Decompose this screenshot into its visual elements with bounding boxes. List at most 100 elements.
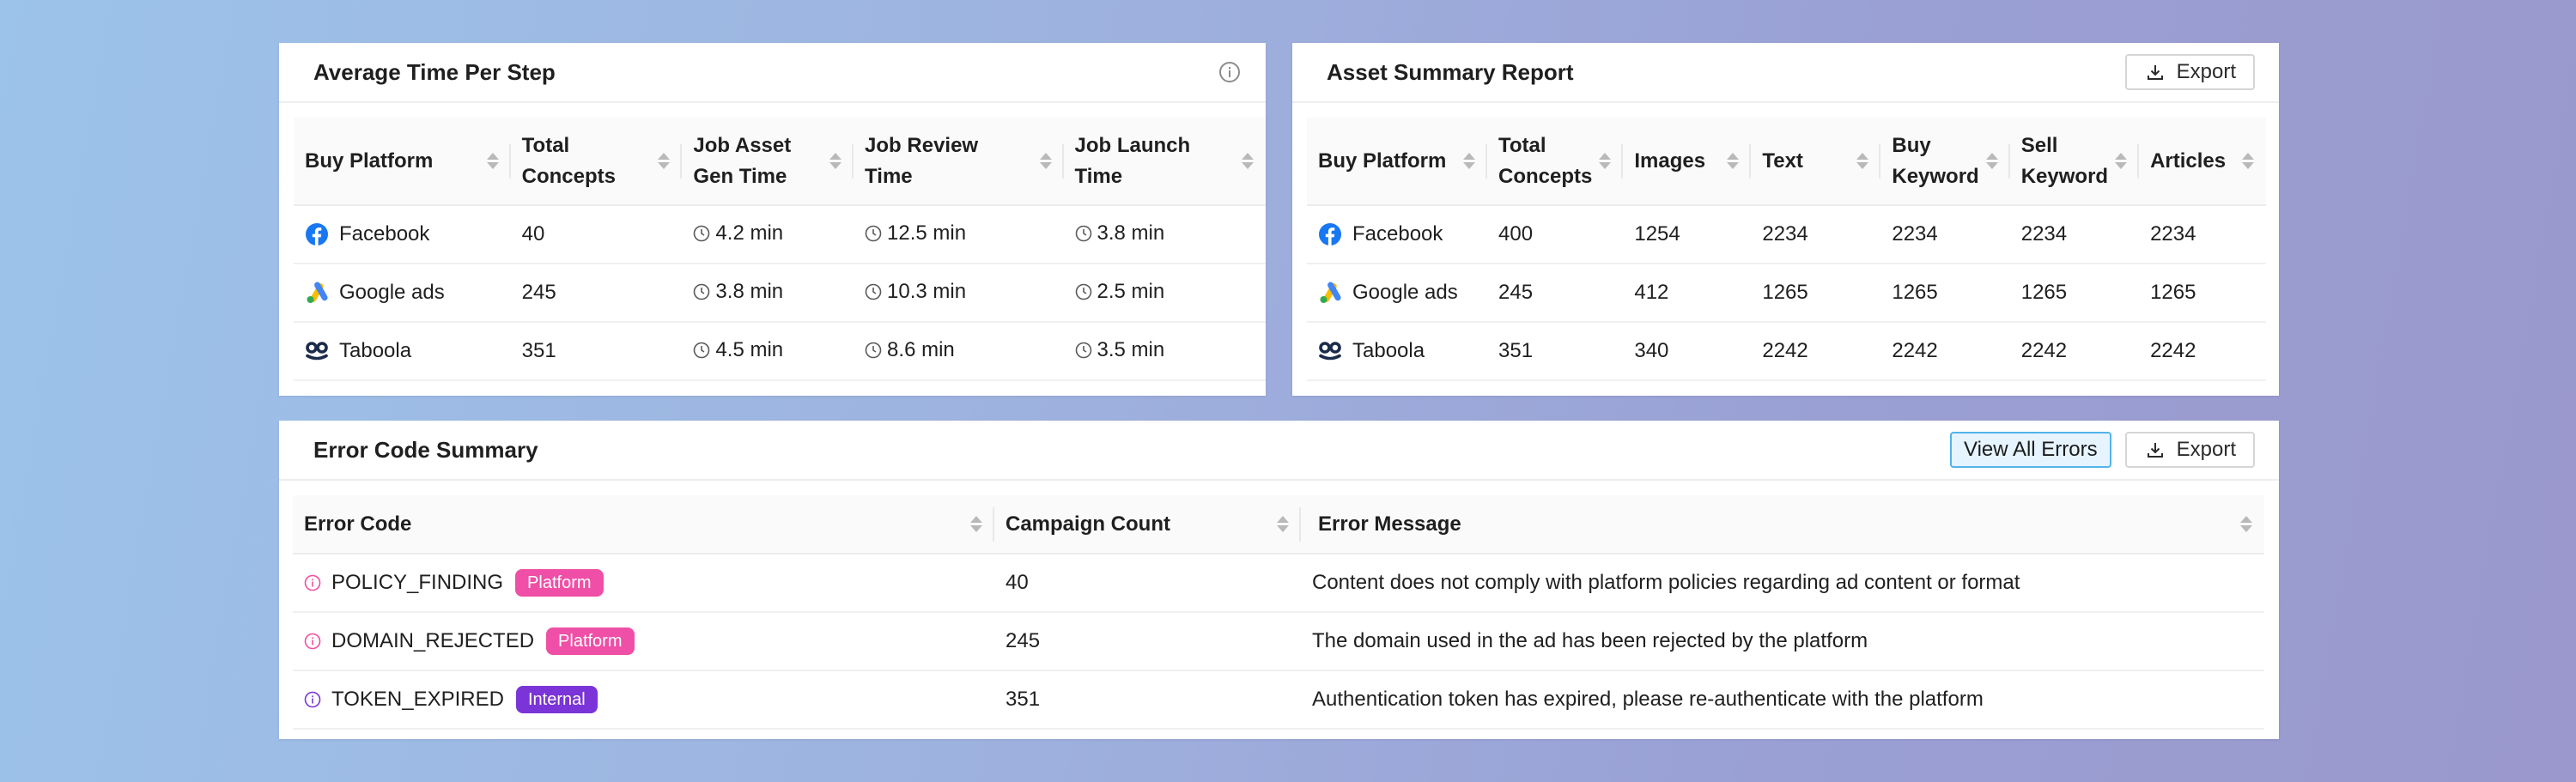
images-count: 340 xyxy=(1623,322,1752,381)
campaign-count: 40 xyxy=(994,554,1301,613)
view-all-errors-button[interactable]: View All Errors xyxy=(1950,432,2111,468)
clock-icon xyxy=(694,342,710,358)
col-campaign-count[interactable]: Campaign Count xyxy=(994,495,1301,555)
sort-icon[interactable] xyxy=(829,153,842,169)
sort-icon[interactable] xyxy=(1242,153,1254,169)
col-articles[interactable]: Articles xyxy=(2139,118,2267,206)
sell-keyword-count: 2242 xyxy=(2009,322,2140,381)
average-time-header: Average Time Per Step xyxy=(279,43,1266,103)
col-buy-platform[interactable]: Buy Platform xyxy=(294,118,511,206)
error-message: The domain used in the ad has been rejec… xyxy=(1301,612,2264,671)
campaign-count: 245 xyxy=(994,612,1301,671)
sort-icon[interactable] xyxy=(2115,153,2128,169)
error-summary-table: Error Code Campaign Count Error Message … xyxy=(293,495,2264,730)
sort-icon[interactable] xyxy=(1856,153,1869,169)
sort-icon[interactable] xyxy=(2242,153,2255,169)
error-code: TOKEN_EXPIRED xyxy=(331,688,504,711)
category-badge: Platform xyxy=(515,569,604,597)
error-code: POLICY_FINDING xyxy=(331,571,504,594)
col-text[interactable]: Text xyxy=(1751,118,1881,206)
col-total-concepts[interactable]: Total Concepts xyxy=(510,118,683,206)
clock-icon xyxy=(1075,342,1091,358)
info-circle-icon xyxy=(304,574,321,591)
category-badge: Platform xyxy=(546,627,635,655)
col-job-review-time[interactable]: Job Review Time xyxy=(854,118,1064,206)
platform-name: Facebook xyxy=(1352,222,1443,246)
sort-icon[interactable] xyxy=(1985,153,1998,169)
google-ads-icon xyxy=(307,282,328,303)
table-row: TOKEN_EXPIRED Internal 351 Authenticatio… xyxy=(293,670,2264,730)
taboola-icon xyxy=(306,342,328,361)
taboola-icon xyxy=(1319,342,1341,361)
col-error-message[interactable]: Error Message xyxy=(1301,495,2264,555)
error-message: Authentication token has expired, please… xyxy=(1301,670,2264,730)
clock-icon xyxy=(865,283,882,300)
sort-icon[interactable] xyxy=(486,153,499,169)
total-concepts: 245 xyxy=(510,264,683,323)
articles-count: 2242 xyxy=(2139,322,2267,381)
buy-keyword-count: 2234 xyxy=(1880,205,2010,264)
platform-name: Facebook xyxy=(339,222,430,246)
table-row: Facebook 400 1254 2234 2234 2234 2234 xyxy=(1307,205,2267,264)
google-ads-icon xyxy=(1320,282,1341,303)
table-row: Google ads 245 3.8 min 10.3 min 2.5 min xyxy=(294,264,1266,323)
platform-name: Taboola xyxy=(1352,339,1425,362)
sort-icon[interactable] xyxy=(1599,153,1612,169)
sort-icon[interactable] xyxy=(658,153,671,169)
download-icon xyxy=(2147,443,2163,458)
sort-icon[interactable] xyxy=(1277,516,1289,532)
col-images[interactable]: Images xyxy=(1623,118,1752,206)
images-count: 1254 xyxy=(1623,205,1752,264)
export-button[interactable]: Export xyxy=(2124,54,2255,90)
images-count: 412 xyxy=(1623,264,1752,323)
platform-name: Google ads xyxy=(339,281,445,304)
col-buy-keyword[interactable]: Buy Keyword xyxy=(1880,118,2010,206)
asset-summary-title: Asset Summary Report xyxy=(1327,58,1574,85)
table-row: Taboola 351 340 2242 2242 2242 2242 xyxy=(1307,322,2267,381)
table-row: DOMAIN_REJECTED Platform 245 The domain … xyxy=(293,612,2264,671)
export-button[interactable]: Export xyxy=(2124,432,2255,468)
sort-icon[interactable] xyxy=(970,516,982,532)
articles-count: 2234 xyxy=(2139,205,2267,264)
sell-keyword-count: 2234 xyxy=(2009,205,2140,264)
average-time-card: Average Time Per Step Buy Platform Total… xyxy=(279,43,1266,396)
total-concepts: 351 xyxy=(510,322,683,381)
col-sell-keyword[interactable]: Sell Keyword xyxy=(2009,118,2140,206)
info-circle-icon xyxy=(304,691,321,708)
text-count: 2234 xyxy=(1751,205,1881,264)
sort-icon[interactable] xyxy=(1727,153,1740,169)
buy-keyword-count: 1265 xyxy=(1880,264,2010,323)
facebook-icon xyxy=(1319,223,1341,246)
table-row: POLICY_FINDING Platform 40 Content does … xyxy=(293,554,2264,613)
table-row: Google ads 245 412 1265 1265 1265 1265 xyxy=(1307,264,2267,323)
error-message: Content does not comply with platform po… xyxy=(1301,554,2264,613)
sort-icon[interactable] xyxy=(2240,516,2252,532)
campaign-count: 351 xyxy=(994,670,1301,730)
col-buy-platform[interactable]: Buy Platform xyxy=(1307,118,1487,206)
total-concepts: 351 xyxy=(1487,322,1624,381)
asset-summary-card: Asset Summary Report Export Buy Platform… xyxy=(1292,43,2279,396)
info-circle-icon[interactable] xyxy=(1218,60,1242,84)
clock-icon xyxy=(694,283,710,300)
text-count: 1265 xyxy=(1751,264,1881,323)
col-job-asset-gen-time[interactable]: Job Asset Gen Time xyxy=(682,118,854,206)
average-time-table: Buy Platform Total Concepts Job Asset Gen … xyxy=(294,118,1266,381)
clock-icon xyxy=(865,225,882,241)
category-badge: Internal xyxy=(515,686,598,713)
table-row: Taboola 351 4.5 min 8.6 min 3.5 min xyxy=(294,322,1266,381)
error-summary-card: Error Code Summary View All Errors Expor… xyxy=(279,421,2279,739)
col-error-code[interactable]: Error Code xyxy=(293,495,994,555)
error-code: DOMAIN_REJECTED xyxy=(331,629,535,652)
asset-summary-header: Asset Summary Report Export xyxy=(1292,43,2279,103)
col-total-concepts[interactable]: Total Concepts xyxy=(1487,118,1624,206)
asset-summary-table: Buy Platform Total Concepts Images Text B… xyxy=(1307,118,2267,381)
platform-name: Taboola xyxy=(339,339,412,362)
platform-name: Google ads xyxy=(1352,281,1458,304)
sort-icon[interactable] xyxy=(1039,153,1052,169)
sort-icon[interactable] xyxy=(1463,153,1475,169)
col-job-launch-time[interactable]: Job Launch Time xyxy=(1063,118,1266,206)
total-concepts: 40 xyxy=(510,205,683,264)
text-count: 2242 xyxy=(1751,322,1881,381)
error-summary-title: Error Code Summary xyxy=(313,436,538,463)
error-summary-header: Error Code Summary View All Errors Expor… xyxy=(279,421,2279,481)
